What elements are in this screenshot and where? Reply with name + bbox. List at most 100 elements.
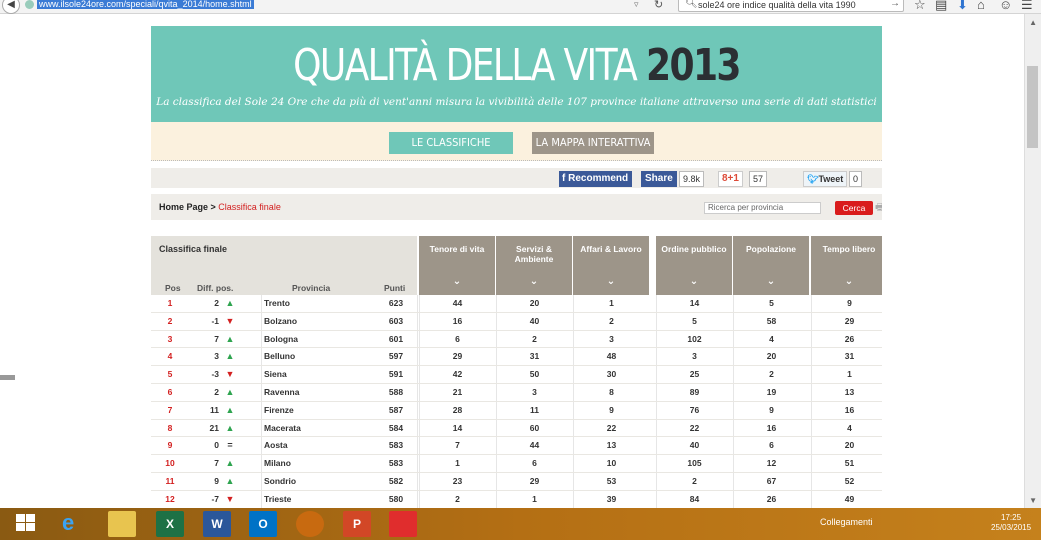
clock[interactable]: 17:25 25/03/2015	[991, 513, 1031, 533]
col-header-label: Ordine pubblico	[661, 244, 727, 254]
table-row[interactable]: 10 7 ▲ Milano 583 1 6 10 105 12 51	[151, 455, 882, 473]
cell-divider	[417, 383, 418, 402]
rank-cell: 3	[167, 333, 173, 344]
outlook-icon[interactable]: O	[249, 511, 277, 537]
col-header-label: Popolazione	[745, 244, 797, 254]
page-subtitle: La classifica del Sole 24 Ore che da più…	[156, 96, 877, 108]
file-explorer-icon[interactable]	[108, 511, 136, 537]
table-row[interactable]: 2 -1 ▼ Bolzano 603 16 40 2 5 58 29	[151, 312, 882, 331]
table-row[interactable]: 1 2 ▲ Trento 623 44 20 1 14 5 9	[151, 295, 882, 313]
value-cell: 5	[656, 312, 732, 331]
menu-icon[interactable]: ☰	[1021, 0, 1033, 13]
star-icon[interactable]: ☆	[914, 0, 926, 13]
tweet-count: 0	[849, 171, 863, 187]
reload-icon[interactable]: ↻	[654, 0, 663, 11]
down-arrow-icon: ▼	[225, 315, 235, 326]
value-cell: 26	[733, 490, 809, 508]
col-prov-header[interactable]: Provincia	[292, 283, 330, 293]
col-header-2[interactable]: Affari & Lavoro ⌄	[573, 236, 649, 295]
scroll-up-icon[interactable]: ▲	[1029, 18, 1037, 27]
excel-icon[interactable]: X	[156, 511, 184, 537]
tray-label[interactable]: Collegamenti	[820, 517, 873, 527]
value-cell: 6	[496, 455, 572, 473]
cell-divider	[261, 330, 262, 349]
up-arrow-icon: ▲	[225, 298, 235, 308]
sort-chevron-icon[interactable]: ⌄	[656, 276, 732, 287]
tweet-button[interactable]: 🐦︎Tweet	[803, 171, 848, 187]
table-row[interactable]: 5 -3 ▼ Siena 591 42 50 30 25 2 1	[151, 366, 882, 384]
facebook-share-button[interactable]: Share	[641, 171, 677, 187]
sort-chevron-icon[interactable]: ⌄	[496, 276, 572, 287]
search-icon: 🔍︎	[685, 0, 698, 9]
breadcrumb-bar: Home Page > Classifica finale Ricerca pe…	[151, 194, 882, 220]
internet-explorer-icon[interactable]: e	[62, 511, 90, 537]
download-icon[interactable]: ⬇	[957, 0, 968, 13]
scroll-down-icon[interactable]: ▼	[1029, 496, 1037, 505]
col-header-4[interactable]: Popolazione ⌄	[733, 236, 809, 295]
sort-chevron-icon[interactable]: ⌄	[811, 276, 882, 287]
col-pos-header[interactable]: Pos	[165, 283, 181, 293]
value-cell: 48	[573, 348, 649, 367]
page-decoration	[0, 375, 15, 380]
points-cell: 583	[388, 440, 404, 451]
gplus-button[interactable]: 8+1	[718, 171, 743, 187]
diff-cell: 0	[214, 440, 219, 451]
table-row[interactable]: 7 11 ▲ Firenze 587 28 11 9 76 9 16	[151, 401, 882, 420]
up-arrow-icon: ▲	[225, 458, 235, 469]
facebook-recommend-button[interactable]: f Recommend	[559, 171, 633, 187]
url-field[interactable]: www.ilsole24ore.com/speciali/qvita_2014/…	[37, 0, 254, 9]
classifiche-button[interactable]: LE CLASSIFICHE	[389, 132, 513, 154]
rank-cell: 12	[165, 493, 175, 504]
table-header-left: Classifica finale Pos Diff. pos. Provinc…	[151, 236, 417, 295]
col-header-5[interactable]: Tempo libero ⌄	[811, 236, 882, 295]
province-search-input[interactable]: Ricerca per provincia	[704, 202, 821, 214]
cell-divider	[417, 455, 418, 473]
word-icon[interactable]: W	[203, 511, 231, 537]
diff-cell: 3	[214, 351, 219, 362]
points-cell: 582	[388, 475, 404, 486]
table-row[interactable]: 11 9 ▲ Sondrio 582 23 29 53 2 67 52	[151, 472, 882, 491]
col-header-1[interactable]: Servizi & Ambiente ⌄	[496, 236, 572, 295]
url-dropdown-icon[interactable]: ▿	[634, 0, 639, 10]
sort-chevron-icon[interactable]: ⌄	[573, 276, 649, 287]
value-cell: 1	[496, 490, 572, 508]
value-cell: 76	[656, 401, 732, 420]
firefox-icon[interactable]	[296, 511, 324, 537]
sort-chevron-icon[interactable]: ⌄	[419, 276, 495, 287]
back-icon[interactable]: ◀	[2, 0, 20, 14]
sync-icon[interactable]: ☺	[999, 0, 1012, 12]
col-header-0[interactable]: Tenore di vita ⌄	[419, 236, 495, 295]
diff-cell: 7	[214, 333, 219, 344]
value-cell: 14	[656, 295, 732, 313]
home-icon[interactable]: ⌂	[977, 0, 985, 12]
table-row[interactable]: 3 7 ▲ Bologna 601 6 2 3 102 4 26	[151, 330, 882, 349]
value-cell: 11	[496, 401, 572, 420]
table-row[interactable]: 8 21 ▲ Macerata 584 14 60 22 22 16 4	[151, 419, 882, 438]
mappa-button[interactable]: LA MAPPA INTERATTIVA	[532, 132, 654, 154]
col-header-3[interactable]: Ordine pubblico ⌄	[656, 236, 732, 295]
windows-start-icon[interactable]	[16, 514, 38, 540]
diff-cell: 21	[209, 422, 219, 433]
breadcrumb-home[interactable]: Home Page	[159, 202, 208, 212]
value-cell: 29	[811, 312, 882, 331]
table-row[interactable]: 9 0 = Aosta 583 7 44 13 40 6 20	[151, 437, 882, 456]
table-row[interactable]: 12 -7 ▼ Trieste 580 2 1 39 84 26 49	[151, 490, 882, 508]
diff-cell: -3	[211, 369, 219, 380]
table-row[interactable]: 4 3 ▲ Belluno 597 29 31 48 3 20 31	[151, 348, 882, 367]
browser-search-input[interactable]: sole24 ore indice qualità della vita 199…	[698, 0, 856, 10]
powerpoint-icon[interactable]: P	[343, 511, 371, 537]
acrobat-icon[interactable]	[389, 511, 417, 537]
up-arrow-icon: ▲	[225, 386, 235, 397]
sort-chevron-icon[interactable]: ⌄	[733, 276, 809, 287]
scrollbar-thumb[interactable]	[1027, 66, 1038, 148]
col-diff-header[interactable]: Diff. pos.	[197, 283, 233, 293]
value-cell: 23	[419, 472, 495, 491]
reading-list-icon[interactable]: ▤	[935, 0, 947, 13]
table-row[interactable]: 6 2 ▲ Ravenna 588 21 3 8 89 19 13	[151, 383, 882, 402]
col-punti-header[interactable]: Punti	[384, 283, 405, 293]
search-go-icon[interactable]: →	[890, 0, 900, 9]
value-cell: 49	[811, 490, 882, 508]
search-button[interactable]: Cerca	[835, 201, 873, 215]
print-icon[interactable]: 🖶	[875, 200, 882, 217]
diff-cell: 11	[210, 404, 219, 415]
